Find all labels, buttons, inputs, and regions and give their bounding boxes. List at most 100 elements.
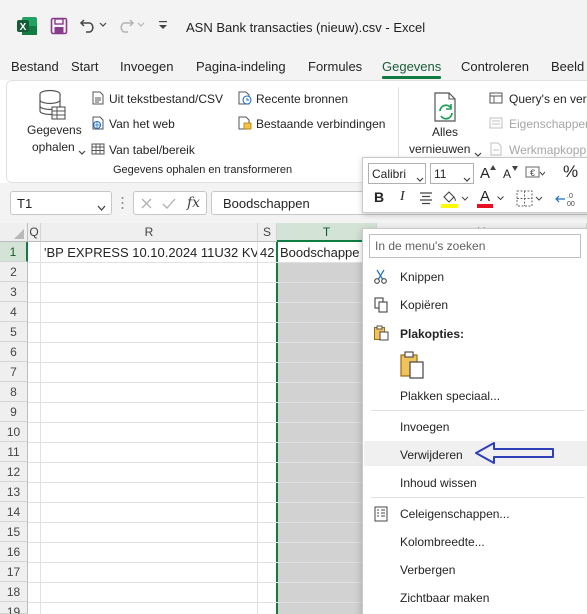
from-web-label: Van het web — [109, 117, 175, 131]
save-icon[interactable] — [50, 17, 68, 35]
font-name-select[interactable]: Calibri — [368, 163, 426, 184]
get-data-button[interactable]: Gegevens ophalen — [15, 87, 86, 159]
undo-dropdown-icon[interactable] — [99, 21, 107, 29]
menu-item-cut[interactable]: Knippen — [400, 270, 444, 284]
refresh-all-button[interactable]: Alles vernieuwen — [407, 87, 483, 159]
font-name-value: Calibri — [372, 167, 407, 181]
increase-font-size-icon[interactable]: A — [479, 164, 497, 182]
redo-dropdown-icon[interactable] — [137, 21, 145, 29]
tab-formules[interactable]: Formules — [308, 59, 362, 74]
from-web-button[interactable]: Van het web — [89, 115, 229, 133]
confirm-icon[interactable] — [162, 197, 176, 210]
tab-bestand[interactable]: Bestand — [11, 59, 59, 74]
row-header[interactable]: 14 — [0, 502, 28, 522]
fill-color-icon[interactable] — [440, 188, 470, 210]
accounting-format-icon[interactable]: € — [525, 164, 546, 182]
cell-t1: Boodschappe — [280, 245, 360, 260]
from-table-button[interactable]: Van tabel/bereik — [89, 141, 229, 159]
row-header[interactable]: 15 — [0, 522, 28, 542]
bold-button[interactable]: B — [372, 188, 388, 208]
decrease-decimal-icon[interactable]: .0 00 — [555, 189, 581, 209]
redo-icon[interactable] — [117, 16, 135, 34]
font-color-icon[interactable]: A — [476, 188, 506, 210]
chevron-down-icon — [78, 145, 86, 155]
column-gridline — [257, 242, 258, 614]
insert-function-icon[interactable]: fx — [187, 195, 200, 211]
row-header[interactable]: 13 — [0, 482, 28, 502]
row-header[interactable]: 16 — [0, 542, 28, 562]
row-header[interactable]: 5 — [0, 322, 28, 342]
column-header-s[interactable]: S — [258, 223, 277, 242]
font-size-select[interactable]: 11 — [430, 163, 474, 184]
tab-pagina-indeling[interactable]: Pagina-indeling — [196, 59, 286, 74]
properties-button[interactable]: Eigenschappen — [489, 115, 587, 133]
menu-search-box[interactable]: In de menu's zoeken — [369, 234, 581, 258]
row-header[interactable]: 2 — [0, 262, 28, 282]
row-header[interactable]: 6 — [0, 342, 28, 362]
tab-invoegen[interactable]: Invoegen — [120, 59, 174, 74]
refresh-all-label-2: vernieuwen — [409, 142, 471, 156]
tab-controleren[interactable]: Controleren — [461, 59, 529, 74]
database-icon — [38, 89, 66, 121]
svg-text:.0: .0 — [567, 193, 573, 200]
row-header[interactable]: 4 — [0, 302, 28, 322]
queries-connections-button[interactable]: Query's en verb — [489, 90, 587, 108]
row-header[interactable]: 17 — [0, 562, 28, 582]
tab-beeld[interactable]: Beeld — [551, 59, 584, 74]
recent-sources-icon — [238, 91, 252, 105]
decrease-font-size-icon[interactable]: A — [502, 164, 520, 182]
menu-item-column-width[interactable]: Kolombreedte... — [400, 535, 485, 549]
row-header[interactable]: 19 — [0, 602, 28, 614]
bold-letter: B — [374, 189, 385, 205]
chevron-down-icon — [463, 172, 471, 182]
borders-icon[interactable] — [516, 189, 546, 209]
row-header[interactable]: 7 — [0, 362, 28, 382]
customize-qat-icon[interactable] — [157, 19, 169, 31]
menu-item-copy[interactable]: Kopiëren — [400, 298, 448, 312]
menu-separator — [371, 497, 585, 498]
row-header[interactable]: 18 — [0, 582, 28, 602]
row-header[interactable]: 12 — [0, 462, 28, 482]
chevron-down-icon[interactable] — [97, 201, 106, 211]
menu-item-paste-special[interactable]: Plakken speciaal... — [400, 389, 500, 403]
undo-icon[interactable] — [79, 16, 97, 34]
menu-item-clear-contents[interactable]: Inhoud wissen — [400, 476, 477, 490]
scissors-icon — [373, 269, 389, 285]
existing-connections-button[interactable]: Bestaande verbindingen — [236, 115, 396, 133]
tab-start[interactable]: Start — [71, 59, 98, 74]
row-header[interactable]: 10 — [0, 422, 28, 442]
menu-item-delete[interactable]: Verwijderen — [400, 448, 463, 462]
table-icon — [91, 142, 105, 156]
row-header[interactable]: 8 — [0, 382, 28, 402]
selection-border — [276, 242, 278, 614]
menu-item-unhide[interactable]: Zichtbaar maken — [400, 591, 489, 605]
cell-r1[interactable]: 'BP EXPRESS 10.10.2024 11U32 KV00 — [41, 242, 257, 262]
menu-item-insert[interactable]: Invoegen — [400, 420, 449, 434]
cell-s1[interactable]: 42 — [258, 242, 276, 262]
italic-button[interactable]: I — [396, 188, 412, 208]
menu-item-format-cells[interactable]: Celeigenschappen... — [400, 507, 509, 521]
row-header[interactable]: 11 — [0, 442, 28, 462]
svg-text:X: X — [20, 22, 27, 33]
group-label-get-transform: Gegevens ophalen en transformeren — [113, 164, 293, 176]
percent-style-icon[interactable]: % — [561, 162, 581, 182]
ribbon-tabs: Bestand Start Invoegen Pagina-indeling F… — [0, 54, 587, 80]
column-header-q[interactable]: Q — [28, 223, 41, 242]
paste-icon[interactable] — [398, 350, 426, 380]
select-all-corner[interactable] — [0, 223, 28, 242]
menu-item-hide[interactable]: Verbergen — [400, 563, 455, 577]
from-text-csv-button[interactable]: Uit tekstbestand/CSV — [89, 90, 229, 108]
recent-sources-button[interactable]: Recente bronnen — [236, 90, 386, 108]
connections-icon — [238, 116, 252, 130]
text-file-icon — [91, 91, 105, 105]
menu-search-placeholder: In de menu's zoeken — [375, 239, 486, 253]
column-header-r[interactable]: R — [41, 223, 258, 242]
row-header[interactable]: 3 — [0, 282, 28, 302]
row-header[interactable]: 9 — [0, 402, 28, 422]
align-center-icon[interactable] — [418, 190, 434, 206]
row-header[interactable]: 1 — [0, 242, 28, 262]
tab-gegevens[interactable]: Gegevens — [382, 59, 441, 74]
get-data-label-2: ophalen — [32, 140, 75, 154]
cancel-icon[interactable] — [140, 197, 153, 210]
name-box[interactable]: T1 — [10, 191, 112, 215]
